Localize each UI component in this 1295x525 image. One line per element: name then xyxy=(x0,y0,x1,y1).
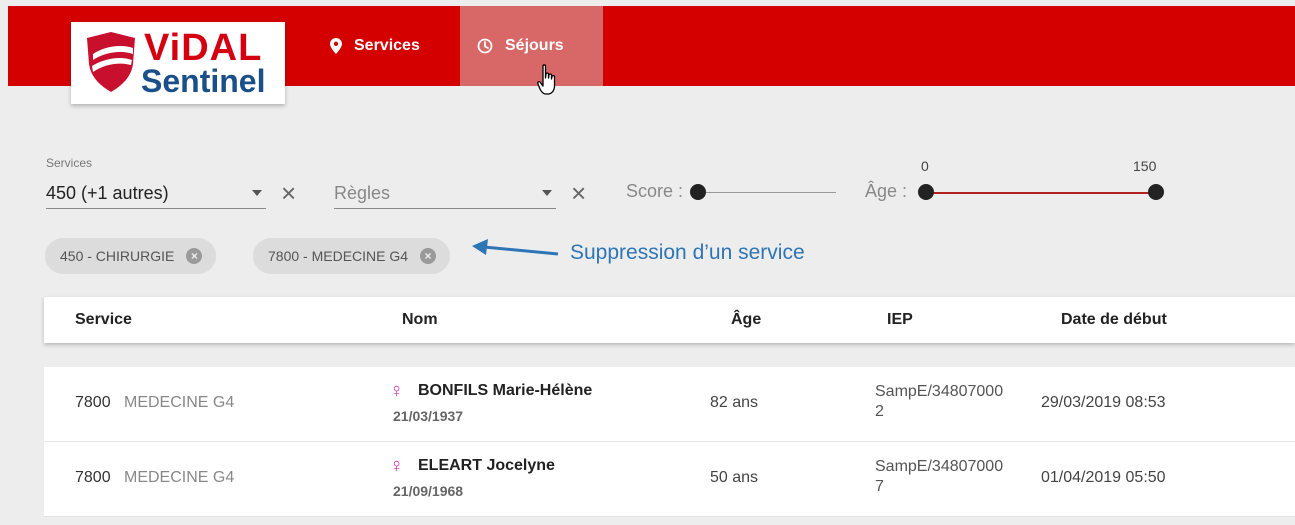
nav-tab-sejours[interactable]: Séjours xyxy=(460,6,603,86)
score-slider-handle[interactable] xyxy=(690,184,706,200)
age-slider-min-handle[interactable] xyxy=(918,184,934,200)
services-select[interactable]: 450 (+1 autres) xyxy=(46,178,266,209)
logo-brand-top: ViDAL xyxy=(144,27,263,69)
column-header-nom[interactable]: Nom xyxy=(402,311,438,329)
start-date: 01/04/2019 05:50 xyxy=(1041,469,1166,486)
hand-pointer-icon xyxy=(537,64,556,95)
patient-age: 82 ans xyxy=(710,394,759,411)
start-date: 29/03/2019 08:53 xyxy=(1041,394,1166,411)
regles-select[interactable]: Règles xyxy=(334,178,556,209)
chip-label: 7800 - MEDECINE G4 xyxy=(268,248,409,264)
annotation-arrow-icon xyxy=(472,239,559,256)
score-label: Score : xyxy=(626,181,684,201)
patient-birthdate: 21/03/1937 xyxy=(393,408,464,424)
table-row[interactable]: 7800 MEDECINE G4 ♀ ELEART Jocelyne 21/09… xyxy=(44,442,1295,517)
annotation-text: Suppression d’un service xyxy=(570,241,805,264)
service-name: MEDECINE G4 xyxy=(124,394,235,411)
clear-regles-icon[interactable]: × xyxy=(571,180,586,206)
clear-services-icon[interactable]: × xyxy=(281,180,296,206)
age-slider-track[interactable] xyxy=(926,192,1156,194)
vidal-sentinel-logo[interactable]: ViDAL Sentinel xyxy=(71,22,285,104)
iep-line-2: 2 xyxy=(875,403,884,420)
female-icon: ♀ xyxy=(389,380,404,402)
patient-name: ELEART Jocelyne xyxy=(418,457,555,474)
service-code: 7800 xyxy=(75,394,111,411)
chip-remove-icon[interactable]: × xyxy=(186,248,203,264)
column-header-age[interactable]: Âge xyxy=(731,311,761,329)
services-field-label: Services xyxy=(46,156,93,170)
iep-line-2: 7 xyxy=(875,478,884,495)
nav-tab-services-label: Services xyxy=(354,37,420,54)
patient-birthdate: 21/09/1968 xyxy=(393,483,464,499)
chevron-down-icon xyxy=(252,190,262,196)
age-slider-max-handle[interactable] xyxy=(1148,184,1164,200)
iep-line-1: SampE/34807000 xyxy=(875,383,1004,400)
column-header-iep[interactable]: IEP xyxy=(887,311,913,329)
column-header-service[interactable]: Service xyxy=(75,311,132,329)
patient-age: 50 ans xyxy=(710,469,759,486)
service-chip-medecine-g4: 7800 - MEDECINE G4 × xyxy=(253,238,451,274)
column-header-date-debut[interactable]: Date de début xyxy=(1061,311,1167,329)
service-chip-chirurgie: 450 - CHIRURGIE × xyxy=(45,238,217,274)
service-code: 7800 xyxy=(75,469,111,486)
score-slider-track[interactable] xyxy=(698,192,836,193)
clock-icon xyxy=(477,38,493,54)
shield-icon xyxy=(87,32,135,92)
female-icon: ♀ xyxy=(389,455,404,477)
table-row[interactable]: 7800 MEDECINE G4 ♀ BONFILS Marie-Hélène … xyxy=(44,367,1295,442)
chip-label: 450 - CHIRURGIE xyxy=(60,248,175,264)
nav-tab-services[interactable]: Services xyxy=(330,6,420,86)
regles-select-placeholder: Règles xyxy=(334,182,391,203)
iep-value: SampE/34807000 7 xyxy=(875,457,1035,497)
sejours-list: 7800 MEDECINE G4 ♀ BONFILS Marie-Hélène … xyxy=(44,367,1295,517)
age-min-value: 0 xyxy=(921,158,929,174)
table-header: Service Nom Âge IEP Date de début xyxy=(44,297,1295,343)
patient-name: BONFILS Marie-Hélène xyxy=(418,382,593,399)
service-name: MEDECINE G4 xyxy=(124,469,235,486)
iep-line-1: SampE/34807000 xyxy=(875,458,1004,475)
nav-tab-sejours-label: Séjours xyxy=(505,37,564,54)
chevron-down-icon xyxy=(542,190,552,196)
iep-value: SampE/34807000 2 xyxy=(875,382,1035,422)
age-max-value: 150 xyxy=(1133,158,1157,174)
services-select-value: 450 (+1 autres) xyxy=(46,182,169,203)
age-label: Âge : xyxy=(865,181,908,201)
logo-brand-bottom: Sentinel xyxy=(141,63,266,99)
chip-remove-icon[interactable]: × xyxy=(420,248,437,264)
map-pin-icon xyxy=(330,38,342,54)
